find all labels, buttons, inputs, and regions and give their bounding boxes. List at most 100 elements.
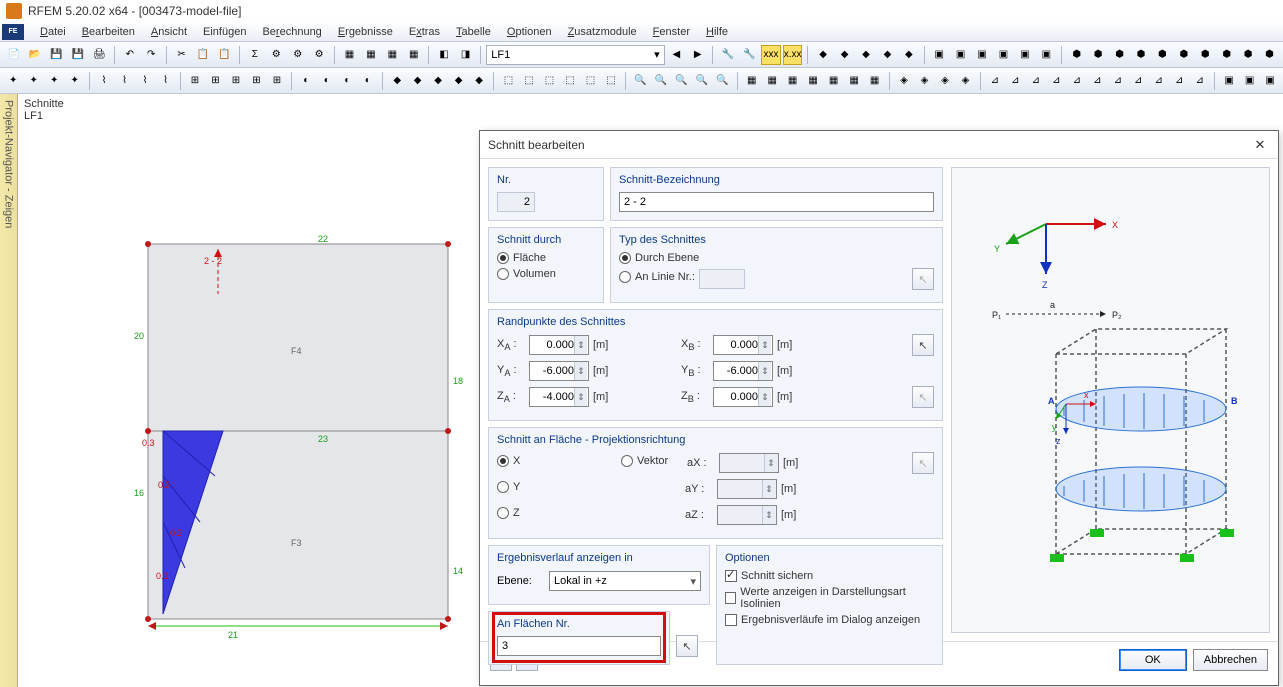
- tb-saveall-icon[interactable]: 💾: [68, 45, 87, 65]
- t2-49-icon[interactable]: ⊿: [1068, 71, 1086, 91]
- t2-9-icon[interactable]: ⊞: [186, 71, 204, 91]
- zb-input[interactable]: 0.000: [713, 387, 773, 407]
- menu-berechnung[interactable]: Berechnung: [254, 24, 329, 40]
- tb-copy-icon[interactable]: 📋: [193, 45, 212, 65]
- tb-r4-icon[interactable]: x.xx: [783, 45, 803, 65]
- radio-proj-z[interactable]: Z: [497, 507, 681, 519]
- t2-48-icon[interactable]: ⊿: [1047, 71, 1065, 91]
- t2-46-icon[interactable]: ⊿: [1006, 71, 1024, 91]
- tb-r14-icon[interactable]: ▣: [1015, 45, 1034, 65]
- tb-tool5-icon[interactable]: ▦: [361, 45, 380, 65]
- tb-r17-icon[interactable]: ⬢: [1088, 45, 1107, 65]
- t2-3-icon[interactable]: ✦: [45, 71, 63, 91]
- flaechen-input[interactable]: 3: [497, 636, 661, 656]
- radio-volumen[interactable]: Volumen: [497, 268, 595, 280]
- tb-r21-icon[interactable]: ⬢: [1174, 45, 1193, 65]
- t2-5-icon[interactable]: ⌇: [95, 71, 113, 91]
- tb-r11-icon[interactable]: ▣: [951, 45, 970, 65]
- t2-37-icon[interactable]: ▦: [804, 71, 822, 91]
- radio-proj-vektor[interactable]: Vektor: [621, 455, 683, 467]
- radio-ebene[interactable]: Durch Ebene: [619, 252, 934, 264]
- tb-r10-icon[interactable]: ▣: [930, 45, 949, 65]
- pick-ab-button[interactable]: ↖: [912, 334, 934, 356]
- tb-r12-icon[interactable]: ▣: [972, 45, 991, 65]
- ok-button[interactable]: OK: [1119, 649, 1187, 671]
- tb-r22-icon[interactable]: ⬢: [1196, 45, 1215, 65]
- t2-19-icon[interactable]: ◆: [408, 71, 426, 91]
- tb-r3-icon[interactable]: xxx: [761, 45, 780, 65]
- tb-tool6-icon[interactable]: ▦: [383, 45, 402, 65]
- t2-7-icon[interactable]: ⌇: [136, 71, 154, 91]
- t2-12-icon[interactable]: ⊞: [247, 71, 265, 91]
- t2-17-icon[interactable]: ◐: [359, 71, 377, 91]
- tb-r15-icon[interactable]: ▣: [1037, 45, 1056, 65]
- t2-44-icon[interactable]: ◈: [956, 71, 974, 91]
- tb-r16-icon[interactable]: ⬢: [1067, 45, 1086, 65]
- t2-14-icon[interactable]: ◐: [297, 71, 315, 91]
- t2-27-icon[interactable]: ⬚: [581, 71, 599, 91]
- t2-38-icon[interactable]: ▦: [824, 71, 842, 91]
- dialog-title-bar[interactable]: Schnitt bearbeiten ✕: [480, 131, 1278, 159]
- t2-10-icon[interactable]: ⊞: [206, 71, 224, 91]
- menu-optionen[interactable]: Optionen: [499, 24, 560, 40]
- xa-input[interactable]: 0.000: [529, 335, 589, 355]
- t2-56-icon[interactable]: ▣: [1220, 71, 1238, 91]
- t2-36-icon[interactable]: ▦: [783, 71, 801, 91]
- radio-flaeche[interactable]: Fläche: [497, 252, 595, 264]
- tb-paste-icon[interactable]: 📋: [215, 45, 234, 65]
- cancel-button[interactable]: Abbrechen: [1193, 649, 1268, 671]
- tb-r1-icon[interactable]: 🔧: [718, 45, 737, 65]
- tb-r18-icon[interactable]: ⬢: [1110, 45, 1129, 65]
- menu-logo[interactable]: FE: [2, 24, 24, 40]
- t2-11-icon[interactable]: ⊞: [227, 71, 245, 91]
- tb-cut-icon[interactable]: ✂: [172, 45, 191, 65]
- t2-35-icon[interactable]: ▦: [763, 71, 781, 91]
- t2-57-icon[interactable]: ▣: [1240, 71, 1258, 91]
- menu-einfuegen[interactable]: Einfügen: [195, 24, 254, 40]
- t2-1-icon[interactable]: ✦: [4, 71, 22, 91]
- ya-input[interactable]: -6.000: [529, 361, 589, 381]
- name-input[interactable]: 2 - 2: [619, 192, 934, 212]
- loadcase-combo[interactable]: LF1▾: [486, 45, 664, 65]
- check-verlaufe[interactable]: Ergebnisverläufe im Dialog anzeigen: [725, 614, 934, 626]
- tb-tool9-icon[interactable]: ◨: [456, 45, 475, 65]
- t2-13-icon[interactable]: ⊞: [268, 71, 286, 91]
- za-input[interactable]: -4.000: [529, 387, 589, 407]
- t2-29-icon[interactable]: 🔍: [631, 71, 649, 91]
- t2-58-icon[interactable]: ▣: [1261, 71, 1279, 91]
- t2-22-icon[interactable]: ◆: [470, 71, 488, 91]
- tb-calc-icon[interactable]: Σ: [245, 45, 264, 65]
- t2-4-icon[interactable]: ✦: [65, 71, 83, 91]
- t2-21-icon[interactable]: ◆: [449, 71, 467, 91]
- t2-33-icon[interactable]: 🔍: [713, 71, 731, 91]
- tb-tool3-icon[interactable]: ⚙: [309, 45, 328, 65]
- t2-8-icon[interactable]: ⌇: [156, 71, 174, 91]
- t2-32-icon[interactable]: 🔍: [693, 71, 711, 91]
- t2-20-icon[interactable]: ◆: [429, 71, 447, 91]
- t2-31-icon[interactable]: 🔍: [672, 71, 690, 91]
- check-werte[interactable]: Werte anzeigen in Darstellungsart Isolin…: [725, 586, 934, 610]
- t2-23-icon[interactable]: ⬚: [499, 71, 517, 91]
- tb-r24-icon[interactable]: ⬢: [1238, 45, 1257, 65]
- tb-print-icon[interactable]: 🖨: [90, 45, 109, 65]
- t2-16-icon[interactable]: ◐: [338, 71, 356, 91]
- t2-53-icon[interactable]: ⊿: [1149, 71, 1167, 91]
- t2-15-icon[interactable]: ◐: [318, 71, 336, 91]
- tb-undo-icon[interactable]: ↶: [120, 45, 139, 65]
- t2-30-icon[interactable]: 🔍: [652, 71, 670, 91]
- tb-tool2-icon[interactable]: ⚙: [288, 45, 307, 65]
- pick-flaechen-button[interactable]: ↖: [676, 635, 698, 657]
- t2-25-icon[interactable]: ⬚: [540, 71, 558, 91]
- tb-open-icon[interactable]: 📂: [25, 45, 44, 65]
- t2-2-icon[interactable]: ✦: [24, 71, 42, 91]
- tb-r8-icon[interactable]: ◆: [878, 45, 897, 65]
- plane-select[interactable]: Lokal in +z: [549, 571, 701, 591]
- menu-fenster[interactable]: Fenster: [645, 24, 698, 40]
- t2-52-icon[interactable]: ⊿: [1129, 71, 1147, 91]
- t2-28-icon[interactable]: ⬚: [602, 71, 620, 91]
- yb-input[interactable]: -6.000: [713, 361, 773, 381]
- radio-linie[interactable]: An Linie Nr.:: [619, 271, 695, 283]
- t2-50-icon[interactable]: ⊿: [1088, 71, 1106, 91]
- menu-tabelle[interactable]: Tabelle: [448, 24, 499, 40]
- tb-redo-icon[interactable]: ↷: [142, 45, 161, 65]
